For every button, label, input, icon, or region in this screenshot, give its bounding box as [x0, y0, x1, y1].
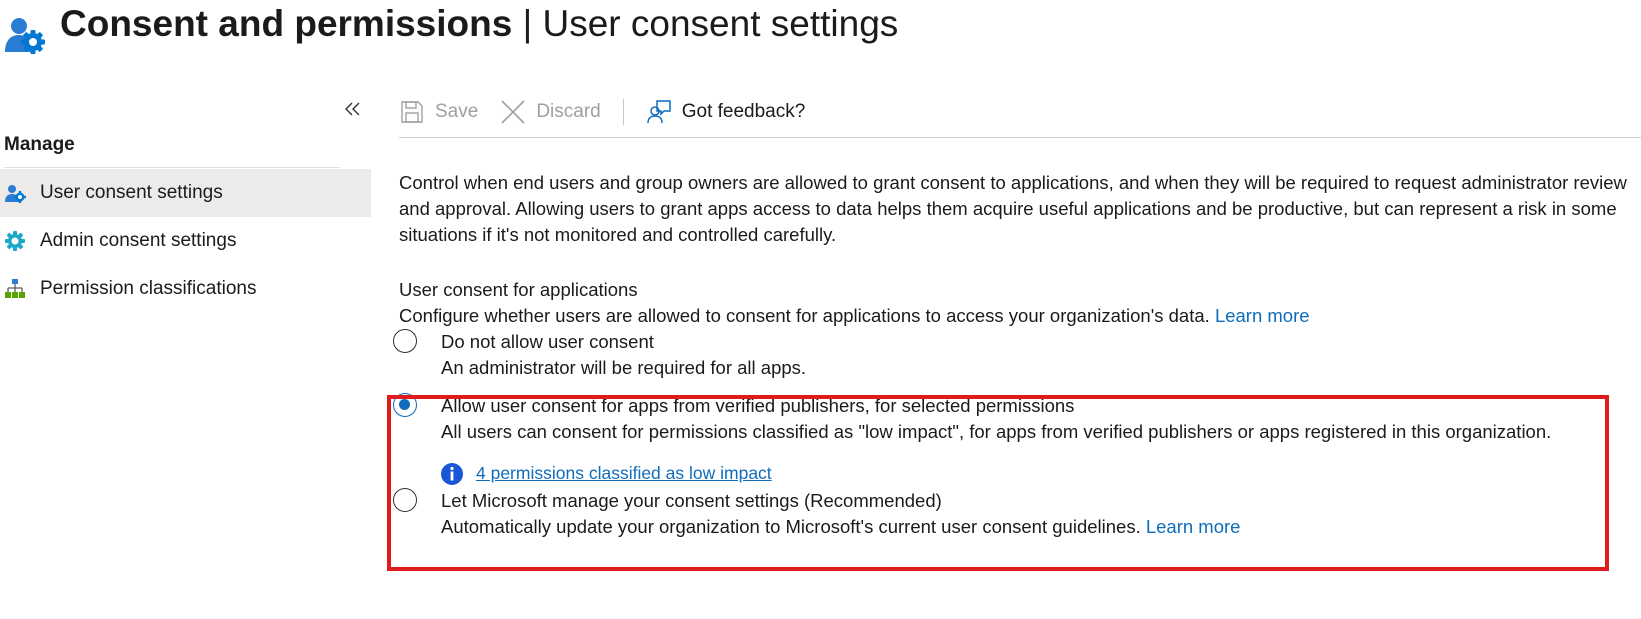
discard-label: Discard: [536, 101, 601, 122]
page-title-separator: |: [522, 3, 533, 44]
user-gear-icon: [5, 18, 45, 54]
save-icon: [401, 101, 423, 123]
feedback-icon: [646, 100, 671, 124]
feedback-button[interactable]: Got feedback?: [646, 99, 806, 125]
sidebar-item-user-consent-settings[interactable]: User consent settings: [0, 169, 371, 217]
more-options-button[interactable]: ···: [874, 8, 897, 31]
option-desc-do-not-allow: An administrator will be required for al…: [441, 357, 807, 378]
page-title-main: Consent and permissions: [60, 3, 513, 44]
sidebar-item-admin-consent-settings[interactable]: Admin consent settings: [0, 217, 371, 265]
sidebar-nav: User consent settings Admin consent sett…: [0, 169, 371, 313]
save-label: Save: [435, 101, 479, 122]
page-title-sub: User consent settings: [542, 3, 899, 44]
close-icon: [501, 100, 525, 124]
learn-more-link[interactable]: Learn more: [1215, 305, 1310, 326]
sidebar-heading-manage: Manage: [4, 134, 75, 155]
toolbar-divider: [622, 99, 624, 125]
sidebar-item-permission-classifications[interactable]: Permission classifications: [0, 265, 371, 313]
section-description-text: Configure whether users are allowed to c…: [399, 305, 1210, 326]
save-button[interactable]: Save: [399, 99, 478, 125]
sidebar-divider: [4, 167, 340, 168]
page-title: Consent and permissions | User consent s…: [60, 2, 898, 46]
option-label-do-not-allow[interactable]: Do not allow user consent: [441, 331, 654, 353]
section-title: User consent for applications: [399, 279, 638, 300]
feedback-label: Got feedback?: [681, 101, 806, 122]
double-chevron-left-icon[interactable]: [344, 100, 362, 118]
user-gear-icon: [5, 185, 26, 203]
sidebar-item-label: User consent settings: [40, 182, 223, 203]
discard-button[interactable]: Discard: [500, 99, 601, 125]
radio-do-not-allow[interactable]: [393, 329, 417, 353]
highlight-annotation-box: [387, 395, 1609, 571]
toolbar-divider-line: [399, 137, 1641, 138]
sidebar-item-label: Permission classifications: [40, 278, 257, 299]
gear-icon: [5, 231, 25, 251]
hierarchy-icon: [5, 279, 25, 298]
section-description: Configure whether users are allowed to c…: [399, 303, 1629, 329]
page-description: Control when end users and group owners …: [399, 172, 1627, 245]
sidebar-item-label: Admin consent settings: [40, 230, 237, 251]
command-bar: Save Discard Got feedback?: [399, 92, 805, 132]
